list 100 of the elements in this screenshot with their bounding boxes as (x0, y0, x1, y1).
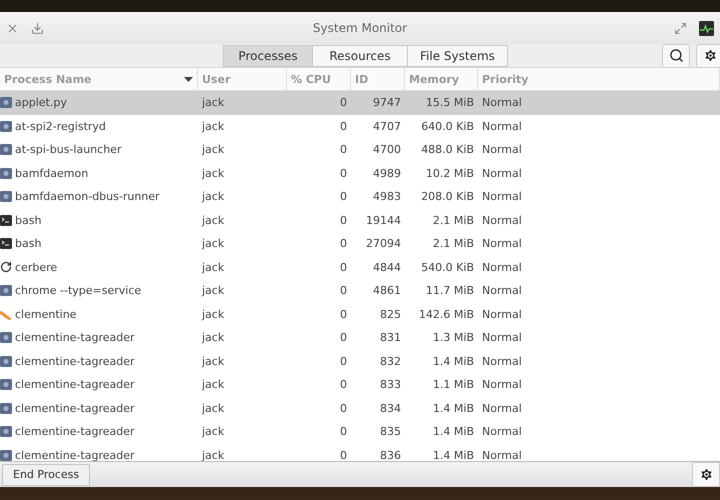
process-name: chrome --type=service (15, 284, 142, 298)
table-cell-text: 834 (379, 402, 402, 415)
settings-button[interactable] (692, 462, 720, 487)
process-name: applet.py (15, 96, 67, 110)
application-icon (0, 332, 12, 344)
table-cell-text: 832 (379, 354, 402, 368)
table-cell-text: 11.7 MiB (424, 284, 475, 298)
table-cell-text: 4700 (372, 143, 402, 156)
table-cell-text: jack (200, 402, 226, 415)
tab[interactable]: File Systems (407, 44, 508, 66)
table-cell-text: 0 (339, 96, 348, 110)
terminal-icon (0, 238, 12, 250)
table-cell-text: jack (200, 284, 226, 298)
table-cell-text: jack (200, 260, 226, 274)
table-cell-text: 0 (339, 448, 348, 461)
table-cell-text: 0 (339, 214, 348, 227)
settings-button[interactable] (696, 44, 720, 68)
table-cell-text: jack (200, 308, 226, 321)
tab[interactable]: Processes (223, 44, 313, 66)
table-cell-text: 1.4 MiB (432, 354, 475, 368)
window-title: System Monitor (312, 21, 408, 35)
tab[interactable]: Resources (312, 44, 408, 66)
end-process-button[interactable]: End Process (2, 464, 90, 486)
table-cell-text: jack (200, 425, 226, 438)
table-cell-text: 831 (379, 331, 402, 344)
table-cell-text: jack (200, 190, 226, 204)
table-cell-text: 4844 (372, 260, 402, 274)
table-cell-text: 0 (339, 284, 348, 298)
process-name: bash (15, 214, 42, 227)
download-icon[interactable] (31, 22, 44, 34)
table-cell-text: Normal (481, 448, 523, 461)
process-row[interactable]: applet.py jack 0 9747 15.5 MiB Normal (0, 91, 720, 114)
table-cell-text: Normal (481, 237, 523, 250)
table-cell-text: jack (200, 448, 226, 461)
table-cell-text: 488.0 KiB (420, 143, 475, 156)
table-cell-text: 2.1 MiB (432, 214, 475, 227)
table-cell-text: Normal (481, 260, 523, 274)
terminal-icon (0, 214, 12, 226)
application-icon (0, 356, 12, 367)
process-name: bamfdaemon (15, 166, 88, 180)
table-cell-text: 0 (339, 425, 348, 438)
table-cell-text: jack (200, 120, 226, 133)
process-name: cerbere (15, 260, 58, 274)
process-name: clementine-tagreader (15, 448, 135, 461)
process-name: clementine-tagreader (15, 354, 135, 368)
table-cell-text: 0 (339, 378, 348, 392)
table-cell-text: 640.0 KiB (420, 120, 475, 133)
table-cell-text: 0 (339, 190, 348, 204)
table-cell-text: jack (200, 331, 226, 344)
table-cell-text: 9747 (372, 96, 402, 110)
table-cell-text: 2.1 MiB (432, 237, 475, 250)
table-cell-text: 0 (339, 120, 348, 133)
table-cell-text: 0 (339, 237, 348, 250)
table-cell-text: 27094 (365, 237, 402, 250)
table-cell-text: Normal (481, 425, 523, 438)
search-button[interactable] (662, 44, 690, 68)
table-cell-text: 4861 (372, 284, 402, 298)
application-icon (0, 379, 12, 390)
table-cell-text: Normal (481, 190, 523, 204)
table-cell-text: jack (200, 378, 226, 392)
process-name: at-spi-bus-launcher (15, 143, 122, 156)
table-cell-text: Normal (481, 120, 523, 133)
gear-icon (698, 467, 714, 482)
table-cell-text: jack (200, 237, 226, 250)
table-cell-text: 4989 (372, 166, 402, 180)
monitor-icon[interactable] (699, 20, 714, 36)
table-cell-text: 0 (339, 143, 348, 156)
table-cell-text: 0 (339, 260, 348, 274)
table-cell-text: 0 (339, 354, 348, 368)
process-name: clementine-tagreader (15, 378, 135, 392)
close-icon[interactable] (6, 22, 19, 34)
table-cell-text: 19144 (365, 214, 402, 227)
application-icon (0, 402, 12, 414)
process-name: clementine-tagreader (15, 402, 135, 415)
application-icon (0, 191, 12, 202)
application-icon (0, 285, 12, 296)
table-cell-text: 540.0 KiB (420, 260, 475, 274)
table-cell-text: 142.6 MiB (418, 308, 475, 321)
application-icon (0, 97, 12, 108)
table-cell-text: Normal (481, 308, 523, 321)
table-cell-text: 835 (379, 425, 402, 438)
application-icon (0, 144, 12, 156)
application-icon (0, 168, 12, 179)
table-cell-text: jack (200, 166, 226, 180)
process-name: clementine-tagreader (15, 425, 135, 438)
maximize-icon[interactable] (674, 22, 687, 34)
table-cell-text: Normal (481, 331, 523, 344)
table-cell-text: Normal (481, 284, 523, 298)
application-icon (0, 426, 12, 438)
table-cell-text: 825 (379, 308, 402, 321)
table-cell-text: Normal (481, 143, 523, 156)
table-cell-text: jack (200, 214, 226, 227)
table-cell-text: Normal (481, 402, 523, 415)
table-cell-text: 833 (379, 378, 402, 392)
table-cell-text: 0 (339, 166, 348, 180)
table-cell-text: 4983 (372, 190, 402, 204)
process-name: clementine (15, 308, 76, 321)
table-cell-text: Normal (481, 96, 523, 110)
application-icon (0, 120, 12, 132)
process-name: bash (15, 237, 42, 250)
